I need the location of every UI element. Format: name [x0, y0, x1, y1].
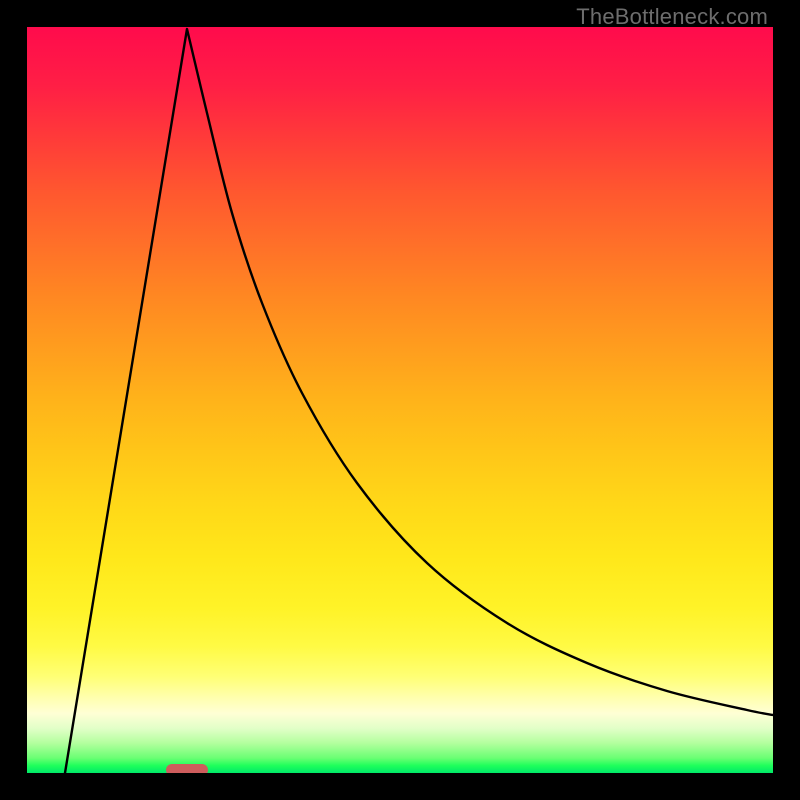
- optimal-marker: [166, 764, 208, 773]
- attribution-text: TheBottleneck.com: [576, 4, 768, 30]
- bottleneck-curve: [27, 27, 773, 773]
- plot-area: [27, 27, 773, 773]
- chart-frame: TheBottleneck.com: [0, 0, 800, 800]
